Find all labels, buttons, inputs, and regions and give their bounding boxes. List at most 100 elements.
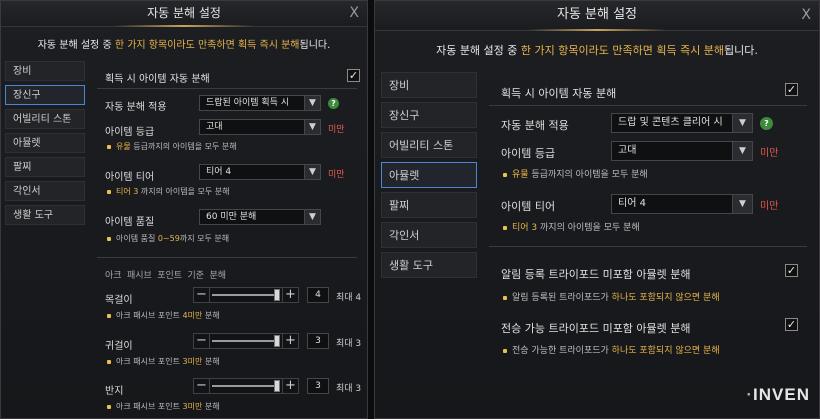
sidebar-item-engraving[interactable]: 각인서 bbox=[381, 222, 477, 248]
opt2-note-pre: 전승 가능한 트라이포드가 bbox=[512, 346, 612, 356]
sidebar-item-engraving[interactable]: 각인서 bbox=[5, 181, 85, 201]
ring-value[interactable]: 3 bbox=[307, 378, 329, 394]
bullet-icon bbox=[107, 189, 111, 194]
necklace-note: 아크 패시브 포인트 4미만 분해 bbox=[107, 310, 220, 321]
tier-suffix: 미만 bbox=[760, 201, 779, 212]
divider bbox=[489, 246, 807, 247]
plus-button[interactable]: + bbox=[282, 379, 298, 393]
earring-max: 최대 3 bbox=[336, 339, 362, 349]
divider bbox=[97, 88, 357, 89]
note-text: 분해 bbox=[202, 402, 220, 411]
note-text: 분해 bbox=[202, 311, 220, 320]
category-sidebar: 장비 장신구 어빌리티 스톤 아뮬렛 팔찌 각인서 생활 도구 bbox=[381, 72, 477, 282]
grade-label: 아이템 등급 bbox=[501, 147, 556, 160]
auto-disassemble-checkbox[interactable]: ✓ bbox=[347, 69, 360, 82]
sidebar-item-equipment[interactable]: 장비 bbox=[381, 72, 477, 98]
minus-button[interactable]: − bbox=[194, 334, 210, 348]
grade-suffix: 미만 bbox=[328, 125, 345, 135]
bullet-icon bbox=[107, 236, 111, 241]
tier-note-highlight: 티어 3 bbox=[116, 187, 139, 196]
window-title: 자동 분해 설정 bbox=[147, 6, 221, 20]
grade-note-text: 등급까지의 아이템을 모두 분해 bbox=[130, 142, 237, 151]
bullet-icon bbox=[503, 295, 507, 300]
sidebar-item-life-tool[interactable]: 생활 도구 bbox=[5, 205, 85, 225]
sidebar-item-equipment[interactable]: 장비 bbox=[5, 61, 85, 81]
earring-note: 아크 패시브 포인트 3미만 분해 bbox=[107, 356, 220, 367]
opt1-note: 알림 등록된 트라이포드가 하나도 포함되지 않으면 분해 bbox=[503, 290, 720, 303]
tier-dropdown[interactable]: 티어 4 ▼ bbox=[199, 164, 321, 180]
tier-suffix: 미만 bbox=[328, 170, 345, 180]
chevron-down-icon: ▼ bbox=[304, 165, 320, 179]
grade-note-text: 등급까지의 아이템을 모두 분해 bbox=[528, 170, 648, 180]
minus-button[interactable]: − bbox=[194, 379, 210, 393]
ring-slider[interactable]: − + bbox=[193, 378, 299, 394]
ring-max: 최대 3 bbox=[336, 384, 362, 394]
bullet-icon bbox=[503, 172, 507, 177]
slider-handle[interactable] bbox=[274, 380, 280, 392]
opt1-note-pre: 알림 등록된 트라이포드가 bbox=[512, 293, 612, 303]
quality-note-text: 까지 모두 분해 bbox=[179, 234, 230, 243]
sidebar-item-bracelet[interactable]: 팔찌 bbox=[381, 192, 477, 218]
sidebar-item-ability-stone[interactable]: 어빌리티 스톤 bbox=[381, 132, 477, 158]
minus-button[interactable]: − bbox=[194, 288, 210, 302]
opt2-label: 전승 가능 트라이포드 미포함 아뮬렛 분해 bbox=[501, 322, 691, 335]
bullet-icon bbox=[107, 359, 111, 364]
sidebar-item-amulet[interactable]: 아뮬렛 bbox=[381, 162, 477, 188]
sidebar-item-accessory[interactable]: 장신구 bbox=[5, 85, 85, 105]
close-button[interactable]: X bbox=[349, 6, 359, 20]
sidebar-item-bracelet[interactable]: 팔찌 bbox=[5, 157, 85, 177]
help-icon[interactable]: ? bbox=[328, 98, 339, 109]
slider-label: 귀걸이 bbox=[105, 341, 133, 352]
apply-value: 드랍된 아이템 획득 시 bbox=[206, 98, 290, 108]
quality-label: 아이템 품질 bbox=[105, 217, 155, 228]
auto-disassemble-checkbox[interactable]: ✓ bbox=[785, 83, 798, 96]
divider bbox=[489, 105, 807, 106]
left-settings-window: 자동 분해 설정 X 자동 분해 설정 중 한 가지 항목이라도 만족하면 획득… bbox=[0, 0, 368, 419]
sidebar-item-accessory[interactable]: 장신구 bbox=[381, 102, 477, 128]
help-icon[interactable]: ? bbox=[760, 117, 773, 130]
grade-note-highlight: 유물 bbox=[116, 142, 131, 151]
bullet-icon bbox=[107, 313, 111, 318]
chevron-down-icon: ▼ bbox=[732, 195, 752, 213]
quality-note-highlight: 0~59 bbox=[157, 234, 180, 243]
sidebar-item-amulet[interactable]: 아뮬렛 bbox=[5, 133, 85, 153]
sidebar-item-life-tool[interactable]: 생활 도구 bbox=[381, 252, 477, 278]
slider-handle[interactable] bbox=[274, 335, 280, 347]
tier-note: 티어 3 까지의 아이템을 모두 분해 bbox=[503, 220, 640, 233]
slider-label: 목걸이 bbox=[105, 295, 133, 306]
apply-dropdown[interactable]: 드랍 및 콘텐츠 클리어 시 ▼ bbox=[611, 113, 753, 133]
notice-text: 자동 분해 설정 중 한 가지 항목이라도 만족하면 획득 즉시 분해됩니다. bbox=[1, 36, 367, 51]
bullet-icon bbox=[503, 348, 507, 353]
necklace-max: 최대 4 bbox=[336, 293, 362, 303]
grade-value: 고대 bbox=[618, 145, 637, 156]
slider-handle[interactable] bbox=[274, 289, 280, 301]
opt1-label: 알림 등록 트라이포드 미포함 아뮬렛 분해 bbox=[501, 268, 691, 281]
earring-slider[interactable]: − + bbox=[193, 333, 299, 349]
tier-value: 티어 4 bbox=[618, 198, 646, 209]
opt1-checkbox[interactable]: ✓ bbox=[785, 264, 798, 277]
auto-disassemble-label: 획득 시 아이템 자동 분해 bbox=[501, 87, 617, 100]
sidebar-item-ability-stone[interactable]: 어빌리티 스톤 bbox=[5, 109, 85, 129]
apply-dropdown[interactable]: 드랍된 아이템 획득 시 ▼ bbox=[199, 95, 321, 111]
plus-button[interactable]: + bbox=[282, 288, 298, 302]
slider-fill bbox=[212, 385, 280, 387]
apply-label: 자동 분해 적용 bbox=[105, 102, 167, 113]
notice-highlight: 한 가지 항목이라도 만족하면 획득 즉시 분해 bbox=[114, 40, 300, 51]
opt2-checkbox[interactable]: ✓ bbox=[785, 318, 798, 331]
necklace-value[interactable]: 4 bbox=[307, 287, 329, 303]
ring-note: 아크 패시브 포인트 3미만 분해 bbox=[107, 401, 220, 412]
tier-dropdown[interactable]: 티어 4 ▼ bbox=[611, 194, 753, 214]
earring-value[interactable]: 3 bbox=[307, 333, 329, 349]
plus-button[interactable]: + bbox=[282, 334, 298, 348]
chevron-down-icon: ▼ bbox=[732, 142, 752, 160]
notice-post: 됩니다. bbox=[724, 44, 758, 57]
note-highlight: 3미만 bbox=[182, 402, 203, 411]
inven-watermark: ·INVEN bbox=[746, 385, 810, 405]
auto-disassemble-label: 획득 시 아이템 자동 분해 bbox=[105, 74, 210, 85]
necklace-slider[interactable]: − + bbox=[193, 287, 299, 303]
notice-text: 자동 분해 설정 중 한 가지 항목이라도 만족하면 획득 즉시 분해됩니다. bbox=[375, 42, 819, 58]
close-button[interactable]: X bbox=[801, 8, 811, 22]
quality-dropdown[interactable]: 60 미만 분해 ▼ bbox=[199, 209, 321, 225]
grade-dropdown[interactable]: 고대 ▼ bbox=[199, 119, 321, 135]
grade-dropdown[interactable]: 고대 ▼ bbox=[611, 141, 753, 161]
